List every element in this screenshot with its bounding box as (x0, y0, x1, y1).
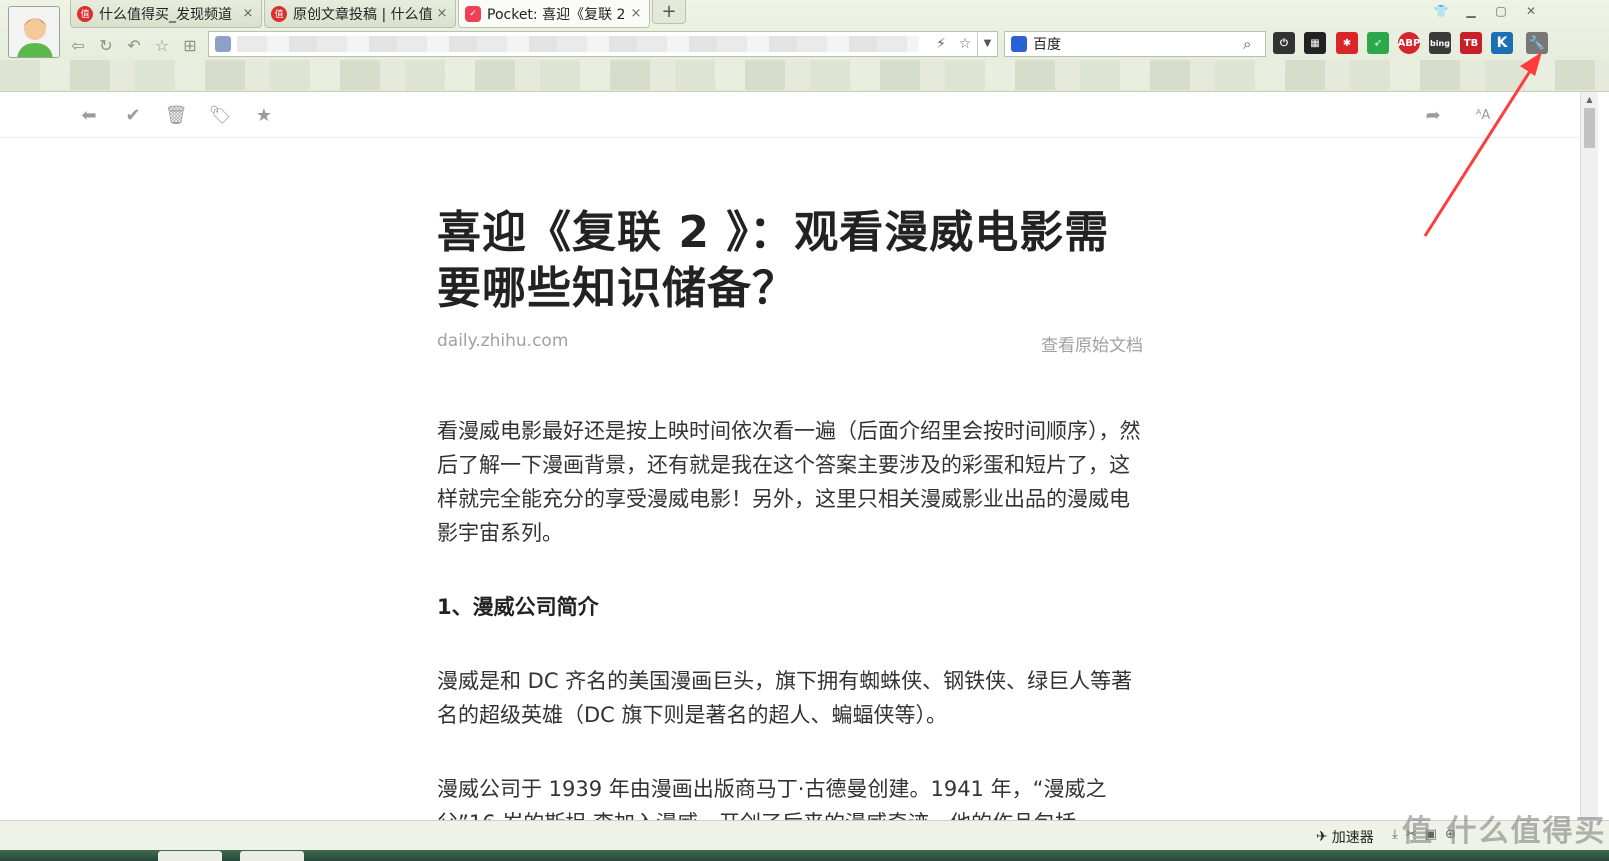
article-paragraph: 看漫威电影最好还是按上映时间依次看一遍（后面介绍里会按时间顺序），然后了解一下漫… (437, 419, 1141, 545)
tab-title: 原创文章投稿 | 什么值 (293, 6, 433, 23)
scroll-up-icon[interactable]: ▲ (1581, 92, 1598, 108)
back-arrow-icon[interactable]: ⬅ (76, 102, 102, 128)
address-dropdown-icon[interactable]: ▼ (977, 32, 997, 56)
maximize-icon[interactable]: ▢ (1488, 2, 1514, 20)
article-source-link[interactable]: daily.zhihu.com (437, 331, 568, 356)
pocket-toolbar: ⬅ ✔ 🗑 🏷 ★ ➦ ᴬA (0, 92, 1580, 138)
font-size-icon[interactable]: ᴬA (1470, 102, 1496, 128)
tag-icon[interactable]: 🏷 (207, 102, 233, 128)
article: 喜迎《复联 2 》：观看漫威电影需要哪些知识储备？ daily.zhihu.co… (437, 205, 1143, 840)
browser-chrome: 值 什么值得买_发现频道 × 值 原创文章投稿 | 什么值 × ✓ Pocket… (0, 0, 1609, 92)
view-original-link[interactable]: 查看原始文档 (1041, 331, 1143, 356)
archive-check-icon[interactable]: ✔ (120, 102, 146, 128)
asterisk-icon[interactable]: ✱ (1336, 32, 1358, 54)
search-input[interactable]: 百度 (1033, 34, 1243, 54)
taskbar-item[interactable] (158, 851, 222, 861)
accelerator-label: 加速器 (1331, 830, 1374, 846)
scroll-thumb[interactable] (1584, 108, 1595, 148)
close-icon[interactable]: × (629, 6, 643, 21)
tab-strip: 值 什么值得买_发现频道 × 值 原创文章投稿 | 什么值 × ✓ Pocket… (70, 0, 686, 28)
tab-title: 什么值得买_发现频道 (99, 6, 232, 23)
smzdm-icon: 值 (77, 5, 93, 22)
favorite-icon[interactable]: ☆ (150, 33, 174, 57)
close-icon[interactable]: × (435, 6, 449, 21)
taskbar-item[interactable] (240, 851, 304, 861)
kindle-k-icon[interactable]: K (1491, 32, 1513, 54)
search-icon[interactable]: ⌕ (1243, 35, 1265, 53)
adblock-icon[interactable]: ABP (1398, 32, 1420, 54)
vertical-scrollbar[interactable]: ▲ (1580, 92, 1598, 820)
qr-icon[interactable]: ▦ (1304, 32, 1326, 54)
window-controls: 👕 ▁ ▢ ✕ (1428, 2, 1544, 20)
smzdm-watermark: 值 什么值得买 (1402, 814, 1607, 849)
address-bar[interactable]: ⚡ ☆ ▼ (208, 31, 998, 57)
refresh-icon[interactable]: ↻ (94, 33, 118, 57)
tb-icon[interactable]: TB (1460, 32, 1482, 54)
avatar-person-icon (9, 7, 59, 57)
power-icon[interactable]: ⏻ (1273, 32, 1295, 54)
article-paragraph: 漫威是和 DC 齐名的美国漫画巨头，旗下拥有蜘蛛侠、钢铁侠、绿巨人等著名的超级英… (437, 669, 1133, 727)
rocket-icon: ✈ (1316, 829, 1328, 845)
back-icon[interactable]: ⇦ (66, 33, 90, 57)
address-text-blurred[interactable] (237, 36, 919, 52)
tab-smzdm-discover[interactable]: 值 什么值得买_发现频道 × (70, 0, 262, 28)
skin-icon[interactable]: 👕 (1428, 2, 1454, 20)
close-icon[interactable]: × (241, 6, 255, 21)
undo-icon[interactable]: ↶ (122, 33, 146, 57)
tab-smzdm-submit[interactable]: 值 原创文章投稿 | 什么值 × (264, 0, 456, 28)
article-heading: 1、漫威公司简介 (437, 595, 599, 619)
pocket-icon: ✓ (465, 5, 481, 22)
tab-pocket[interactable]: ✓ Pocket: 喜迎《复联 2 × (458, 0, 650, 28)
baidu-paw-icon[interactable]: 🐾 (1011, 36, 1027, 52)
user-avatar[interactable] (8, 6, 60, 58)
article-meta: daily.zhihu.com 查看原始文档 (437, 331, 1143, 356)
os-taskbar (0, 850, 1609, 861)
bird-icon[interactable]: ➶ (1367, 32, 1389, 54)
close-window-icon[interactable]: ✕ (1518, 2, 1544, 20)
status-bar: ✈ 加速器 ⤓ ✂ ▣ ⊕ (0, 820, 1609, 850)
bookmark-star-icon[interactable]: ☆ (953, 36, 977, 52)
minimize-icon[interactable]: ▁ (1458, 2, 1484, 20)
smzdm-icon: 值 (271, 5, 287, 22)
bookmarks-bar-blurred[interactable] (0, 60, 1609, 90)
favorite-star-icon[interactable]: ★ (251, 102, 277, 128)
tab-title: Pocket: 喜迎《复联 2 (487, 6, 626, 23)
bing-icon[interactable]: bing (1429, 32, 1451, 54)
nav-buttons: ⇦ ↻ ↶ ☆ ⊞ (66, 32, 202, 58)
apps-grid-icon[interactable]: ⊞ (178, 33, 202, 57)
search-bar[interactable]: 🐾 百度 ⌕ (1004, 31, 1266, 57)
article-title: 喜迎《复联 2 》：观看漫威电影需要哪些知识储备？ (437, 207, 1110, 314)
accelerator-button[interactable]: ✈ 加速器 (1316, 827, 1374, 847)
trash-icon[interactable]: 🗑 (163, 102, 189, 128)
lightning-icon[interactable]: ⚡ (929, 36, 953, 52)
download-icon[interactable]: ⤓ (1392, 827, 1398, 842)
security-shield-icon (215, 36, 231, 52)
share-icon[interactable]: ➦ (1420, 102, 1446, 128)
new-tab-button[interactable]: + (652, 0, 686, 24)
wrench-icon[interactable]: 🔧 (1526, 32, 1548, 54)
